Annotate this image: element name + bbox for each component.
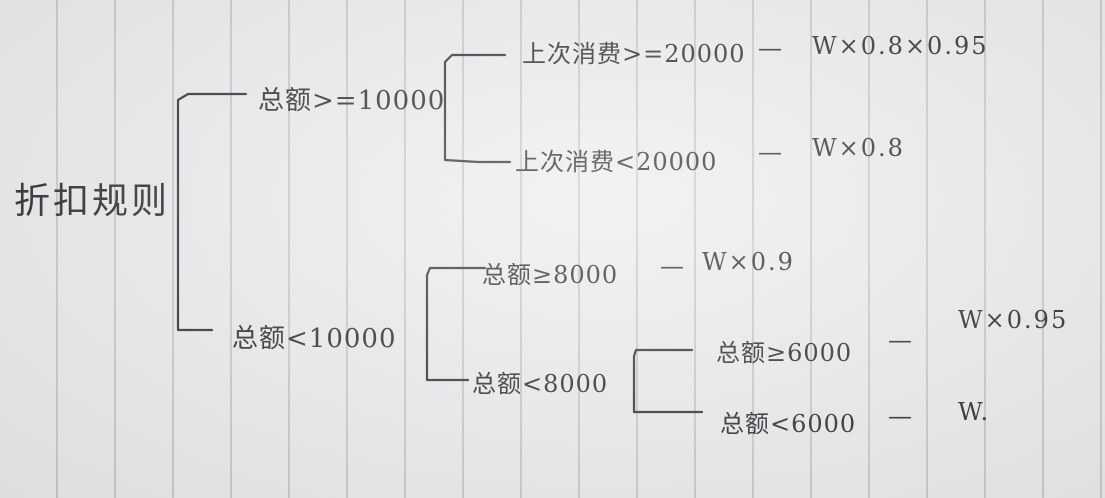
high-bracket — [443, 53, 512, 164]
condition-total-lt-8000: 总额<8000 — [472, 370, 609, 398]
lowlow-bracket — [632, 348, 704, 414]
result-w-095: W×0.95 — [958, 306, 1069, 334]
condition-total-gte-10000: 总额>=10000 — [258, 86, 446, 116]
root-label: 折扣规则 — [14, 181, 171, 222]
condition-total-lt-6000: 总额<6000 — [720, 410, 857, 438]
result-w-08: W×0.8 — [812, 134, 905, 162]
separator-dash: — — [660, 252, 685, 280]
result-w-09: W×0.9 — [702, 248, 795, 276]
condition-last-lt-20000: 上次消费<20000 — [515, 148, 718, 176]
root-bracket — [176, 92, 248, 332]
separator-dash: — — [758, 138, 783, 166]
result-w-08-095: W×0.8×0.95 — [812, 32, 989, 60]
separator-dash: — — [888, 402, 913, 430]
separator-dash: — — [888, 326, 913, 354]
condition-total-gte-6000: 总额≥6000 — [716, 339, 853, 367]
condition-total-lt-10000: 总额<10000 — [232, 324, 397, 354]
result-w: W. — [958, 398, 991, 426]
tree-connectors — [176, 53, 704, 414]
condition-total-gte-8000: 总额≥8000 — [482, 261, 619, 289]
separator-dash: — — [758, 34, 783, 62]
condition-last-gte-20000: 上次消费>=20000 — [522, 40, 746, 68]
